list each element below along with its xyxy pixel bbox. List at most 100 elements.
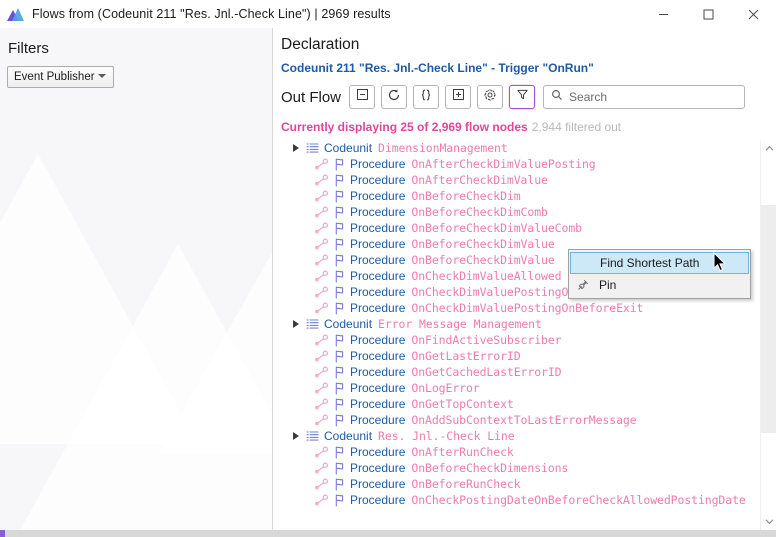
codeunit-list-icon [306,318,319,331]
refresh-cycle-icon [387,88,401,107]
expander-triangle-icon[interactable] [293,320,299,328]
tree-procedure-row[interactable]: Procedure OnBeforeCheckDimensions [281,460,760,476]
filters-panel: Filters Event Publisher [0,28,272,530]
tree-procedure-row[interactable]: Procedure OnBeforeCheckDimValueComb [281,220,760,236]
tree-procedure-row[interactable]: Procedure OnLogError [281,380,760,396]
out-flow-label: Out Flow [281,88,342,106]
vertical-scrollbar[interactable] [760,140,776,530]
link-chain-icon [315,414,329,426]
vertical-scroll-track[interactable] [761,157,776,513]
tree-procedure-row[interactable]: Procedure OnBeforeCheckDim [281,188,760,204]
scroll-down-button[interactable] [761,513,776,530]
tree-procedure-row[interactable]: Procedure OnGetTopContext [281,396,760,412]
tree-procedure-name: OnFindActiveSubscriber [411,333,562,347]
event-publisher-dropdown[interactable]: Event Publisher [7,66,114,88]
expand-all-button[interactable] [445,85,472,109]
page-title: Declaration [281,36,360,53]
link-chain-icon [315,270,329,282]
window-title: Flows from (Codeunit 211 "Res. Jnl.-Chec… [32,7,391,21]
flow-node-status: Currently displaying 25 of 2,969 flow no… [281,120,621,134]
vertical-scroll-thumb[interactable] [761,205,776,433]
scroll-up-button[interactable] [761,140,776,157]
flow-tree[interactable]: Codeunit DimensionManagement Procedure OnAf… [281,140,760,530]
maximize-button[interactable] [686,0,731,28]
expander-triangle-icon[interactable] [293,144,299,152]
context-menu-item[interactable]: Pin [569,274,750,296]
tree-group-row[interactable]: Codeunit Error Message Management [281,316,760,332]
horizontal-scrollbar[interactable] [0,530,776,537]
link-chain-icon [315,334,329,346]
horizontal-scroll-thumb[interactable] [0,530,5,537]
filter-button[interactable] [509,85,536,109]
pin-icon [578,279,589,290]
link-chain-icon [315,254,329,266]
event-flag-icon [333,302,345,315]
link-chain-icon [315,174,329,186]
tree-procedure-row[interactable]: Procedure OnAfterRunCheck [281,444,760,460]
filters-heading: Filters [8,40,49,57]
expander-triangle-icon[interactable] [293,432,299,440]
context-menu[interactable]: Find Shortest Path Pin [568,249,751,299]
link-chain-icon [315,238,329,250]
close-button[interactable] [731,0,776,28]
tree-procedure-row[interactable]: Procedure OnGetCachedLastErrorID [281,364,760,380]
tree-procedure-name: OnGetCachedLastErrorID [411,365,562,379]
tree-procedure-row[interactable]: Procedure OnFindActiveSubscriber [281,332,760,348]
tree-group-name: Error Message Management [378,317,542,331]
tree-keyword: Procedure [350,445,406,459]
menu-item-icon-slot [569,274,597,296]
tree-keyword: Procedure [350,381,406,395]
tree-keyword: Procedure [350,221,406,235]
collapse-all-button[interactable] [349,85,376,109]
tree-keyword: Procedure [350,253,406,267]
link-chain-icon [315,398,329,410]
tree-procedure-name: OnCheckDimValuePostingOnBeforeExit [411,301,644,315]
event-flag-icon [333,462,345,475]
tree-procedure-row[interactable]: Procedure OnCheckPostingDateOnBeforeCheck… [281,492,760,508]
link-chain-icon [315,286,329,298]
tree-keyword: Procedure [350,493,406,507]
tree-procedure-row[interactable]: Procedure OnAfterCheckDimValuePosting [281,156,760,172]
braces-button[interactable] [413,85,440,109]
tree-procedure-name: OnBeforeCheckDim [411,189,521,203]
plus-box-icon [452,88,465,106]
tree-group-name: Res. Jnl.-Check Line [378,429,515,443]
tree-keyword: Procedure [350,477,406,491]
event-flag-icon [333,286,345,299]
tree-keyword: Procedure [350,461,406,475]
tree-procedure-row[interactable]: Procedure OnGetLastErrorID [281,348,760,364]
tree-procedure-row[interactable]: Procedure OnBeforeCheckDimComb [281,204,760,220]
tree-group-row[interactable]: Codeunit DimensionManagement [281,140,760,156]
gear-icon [483,88,497,107]
context-menu-item-label: Find Shortest Path [600,256,700,270]
tree-keyword: Procedure [350,365,406,379]
tree-procedure-row[interactable]: Procedure OnCheckDimValuePostingOnBeforeE… [281,300,760,316]
refresh-button[interactable] [381,85,408,109]
tree-keyword: Procedure [350,237,406,251]
event-flag-icon [333,174,345,187]
minimize-button[interactable] [641,0,686,28]
link-chain-icon [315,302,329,314]
window-controls [641,0,776,28]
flow-node-count: Currently displaying 25 of 2,969 flow no… [281,120,528,134]
out-flow-toolbar: Out Flow Search [281,84,746,110]
event-flag-icon [333,238,345,251]
tree-procedure-row[interactable]: Procedure OnAddSubContextToLastErrorMessa… [281,412,760,428]
tree-keyword: Procedure [350,205,406,219]
tree-group-row[interactable]: Codeunit Res. Jnl.-Check Line [281,428,760,444]
settings-button[interactable] [477,85,504,109]
tree-keyword: Procedure [350,333,406,347]
link-chain-icon [315,206,329,218]
search-input[interactable]: Search [543,85,746,109]
codeunit-list-icon [306,142,319,155]
link-chain-icon [315,446,329,458]
app-window: Flows from (Codeunit 211 "Res. Jnl.-Chec… [0,0,776,537]
tree-procedure-row[interactable]: Procedure OnBeforeRunCheck [281,476,760,492]
tree-keyword: Codeunit [324,429,373,443]
event-publisher-dropdown-value: Event Publisher [14,71,95,83]
context-menu-item[interactable]: Find Shortest Path [570,252,749,274]
tree-procedure-name: OnAfterRunCheck [411,445,514,459]
event-flag-icon [333,334,345,347]
tree-procedure-row[interactable]: Procedure OnAfterCheckDimValue [281,172,760,188]
event-flag-icon [333,350,345,363]
